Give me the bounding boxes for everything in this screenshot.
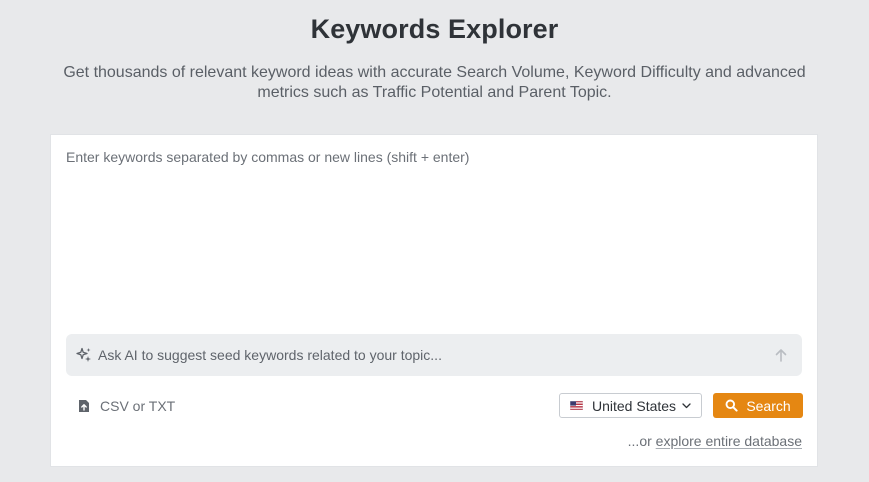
country-select-value: United States <box>592 397 677 414</box>
search-button[interactable]: Search <box>713 393 803 418</box>
keywords-card: CSV or TXT United States Search ...or ex… <box>50 134 818 467</box>
keywords-input[interactable] <box>66 149 802 319</box>
search-icon <box>725 399 738 412</box>
country-select[interactable]: United States <box>559 393 702 418</box>
upload-csv-txt-button[interactable]: CSV or TXT <box>77 397 175 415</box>
sparkle-icon <box>76 347 91 362</box>
upload-label: CSV or TXT <box>100 398 176 414</box>
explore-database-line: ...or explore entire database <box>628 433 802 449</box>
ai-suggest-input[interactable] <box>98 345 758 365</box>
ai-suggest-bar <box>66 334 802 376</box>
search-button-label: Search <box>746 397 791 414</box>
page-title: Keywords Explorer <box>310 14 559 44</box>
arrow-up-icon <box>775 349 787 362</box>
chevron-down-icon <box>682 402 691 408</box>
page-subtitle: Get thousands of relevant keyword ideas … <box>63 64 806 101</box>
ai-send-button[interactable] <box>772 346 790 364</box>
us-flag-icon <box>570 401 583 410</box>
file-upload-icon <box>79 400 89 412</box>
explore-database-link[interactable]: explore entire database <box>656 433 802 449</box>
explore-prefix: ...or <box>627 433 656 449</box>
